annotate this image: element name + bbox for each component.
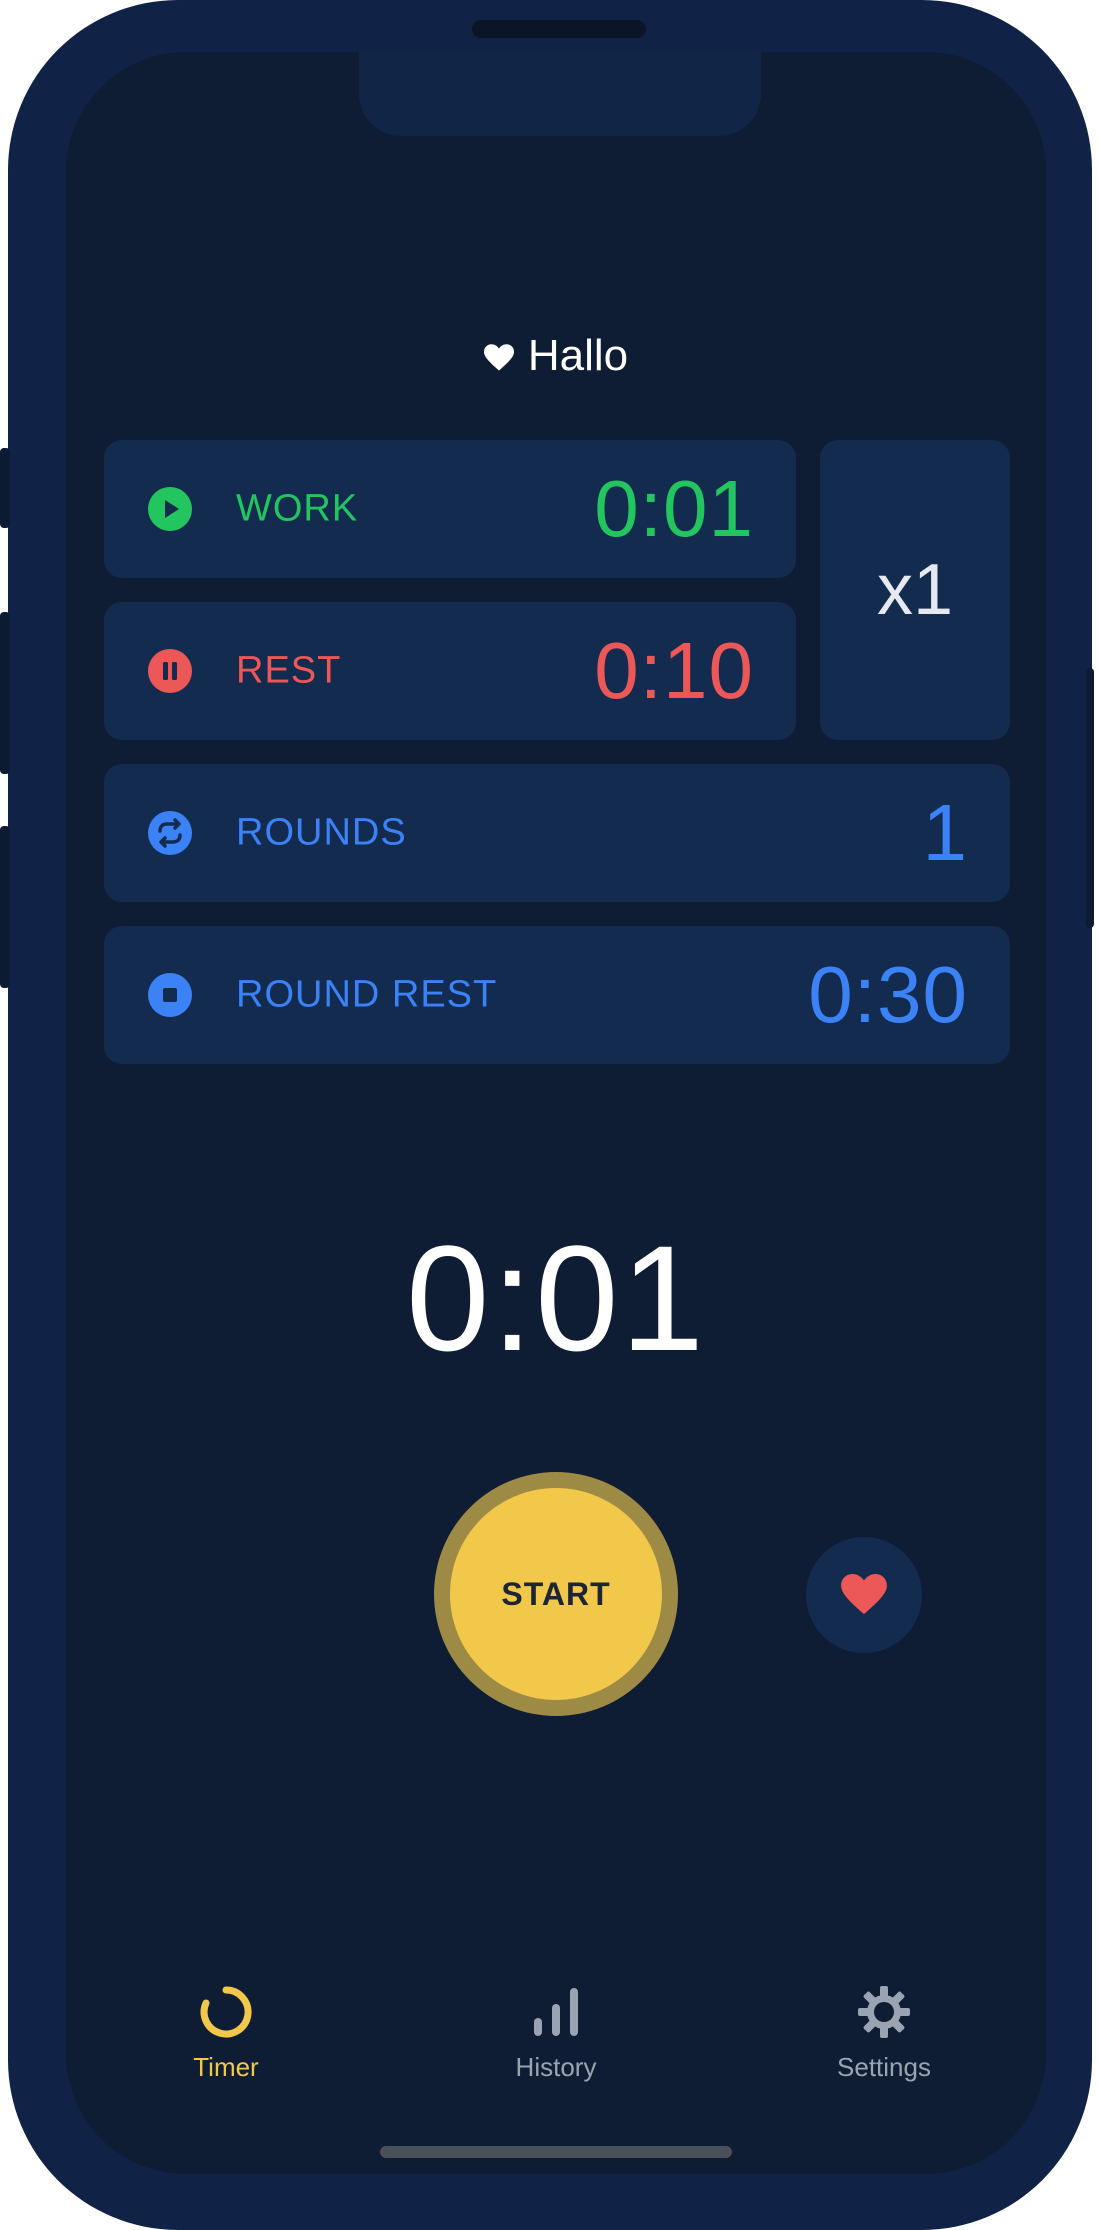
rounds-value: 1 (922, 788, 968, 877)
favorite-button[interactable] (806, 1537, 922, 1653)
multiplier-card[interactable]: x1 (820, 440, 1010, 740)
stop-icon (148, 973, 192, 1017)
tab-settings-label: Settings (837, 2052, 931, 2082)
round-rest-card[interactable]: ROUND REST 0:30 (104, 926, 1010, 1064)
repeat-icon (148, 811, 192, 855)
volume-down-button (0, 826, 10, 988)
round-rest-value: 0:30 (808, 950, 968, 1039)
tab-history[interactable]: History (456, 1984, 656, 2083)
gear-icon (858, 1986, 910, 2038)
home-indicator[interactable] (380, 2146, 732, 2158)
play-icon (148, 487, 192, 531)
heart-icon (841, 1574, 887, 1615)
rounds-label: ROUNDS (236, 811, 407, 854)
timer-icon (200, 1986, 252, 2038)
greeting-text: Hallo (527, 331, 629, 380)
volume-up-button (0, 612, 10, 774)
pause-icon (148, 649, 192, 693)
tab-settings[interactable]: Settings (784, 1984, 984, 2083)
work-label: WORK (236, 487, 359, 530)
work-interval-card[interactable]: WORK 0:01 (104, 440, 796, 578)
mute-switch (0, 448, 10, 528)
tab-history-label: History (515, 2052, 597, 2082)
heart-icon (483, 330, 514, 386)
work-value: 0:01 (594, 464, 754, 553)
app-screen: Hallo WORK 0:01 REST 0:10 x1 ROUNDS 1 RO… (66, 52, 1046, 2174)
countdown-display: 0:01 (406, 1214, 706, 1382)
bar-chart-icon (534, 1988, 578, 2036)
round-rest-label: ROUND REST (236, 973, 498, 1016)
tab-timer[interactable]: Timer (126, 1984, 326, 2083)
rest-label: REST (236, 649, 342, 692)
start-button[interactable]: START (450, 1488, 662, 1700)
rest-value: 0:10 (594, 626, 754, 715)
phone-frame: Hallo WORK 0:01 REST 0:10 x1 ROUNDS 1 RO… (0, 0, 1094, 2230)
rounds-card[interactable]: ROUNDS 1 (104, 764, 1010, 902)
rest-interval-card[interactable]: REST 0:10 (104, 602, 796, 740)
notch (359, 52, 761, 136)
speaker-grille (472, 20, 646, 38)
greeting-header: Hallo (66, 328, 1046, 386)
tab-timer-label: Timer (193, 2052, 259, 2082)
power-button (1086, 668, 1094, 928)
